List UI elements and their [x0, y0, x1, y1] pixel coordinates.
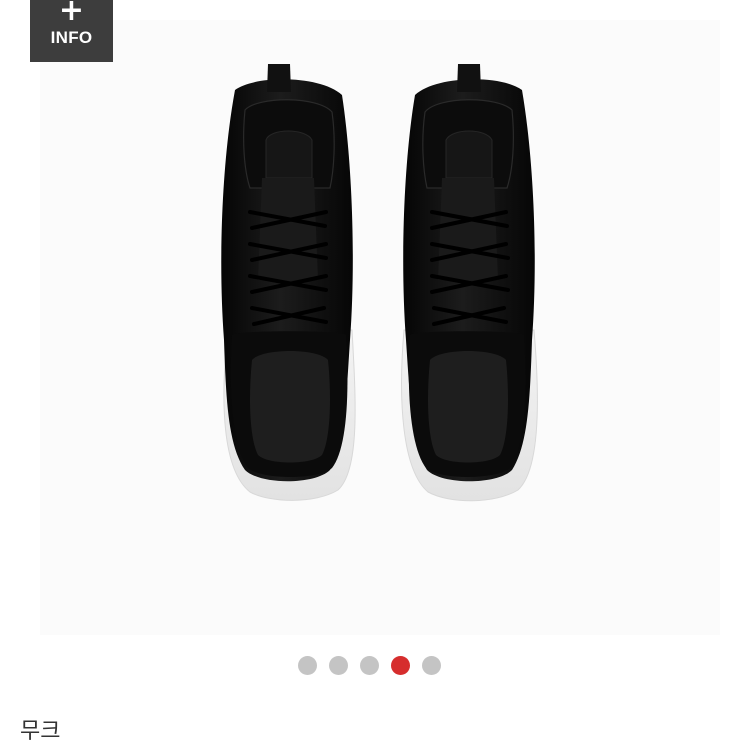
info-button[interactable]: + INFO — [30, 0, 113, 62]
right-shoe — [401, 64, 538, 502]
gallery-dot-5[interactable] — [422, 656, 441, 675]
plus-icon: + — [58, 0, 85, 28]
gallery-dot-3[interactable] — [360, 656, 379, 675]
info-label: INFO — [50, 28, 93, 47]
gallery-pagination — [298, 656, 441, 675]
product-gallery: + INFO 무크 — [0, 0, 742, 744]
product-image[interactable] — [0, 0, 742, 742]
gallery-dot-2[interactable] — [329, 656, 348, 675]
gallery-dot-1[interactable] — [298, 656, 317, 675]
gallery-dot-4[interactable] — [391, 656, 410, 675]
left-shoe — [221, 64, 356, 501]
